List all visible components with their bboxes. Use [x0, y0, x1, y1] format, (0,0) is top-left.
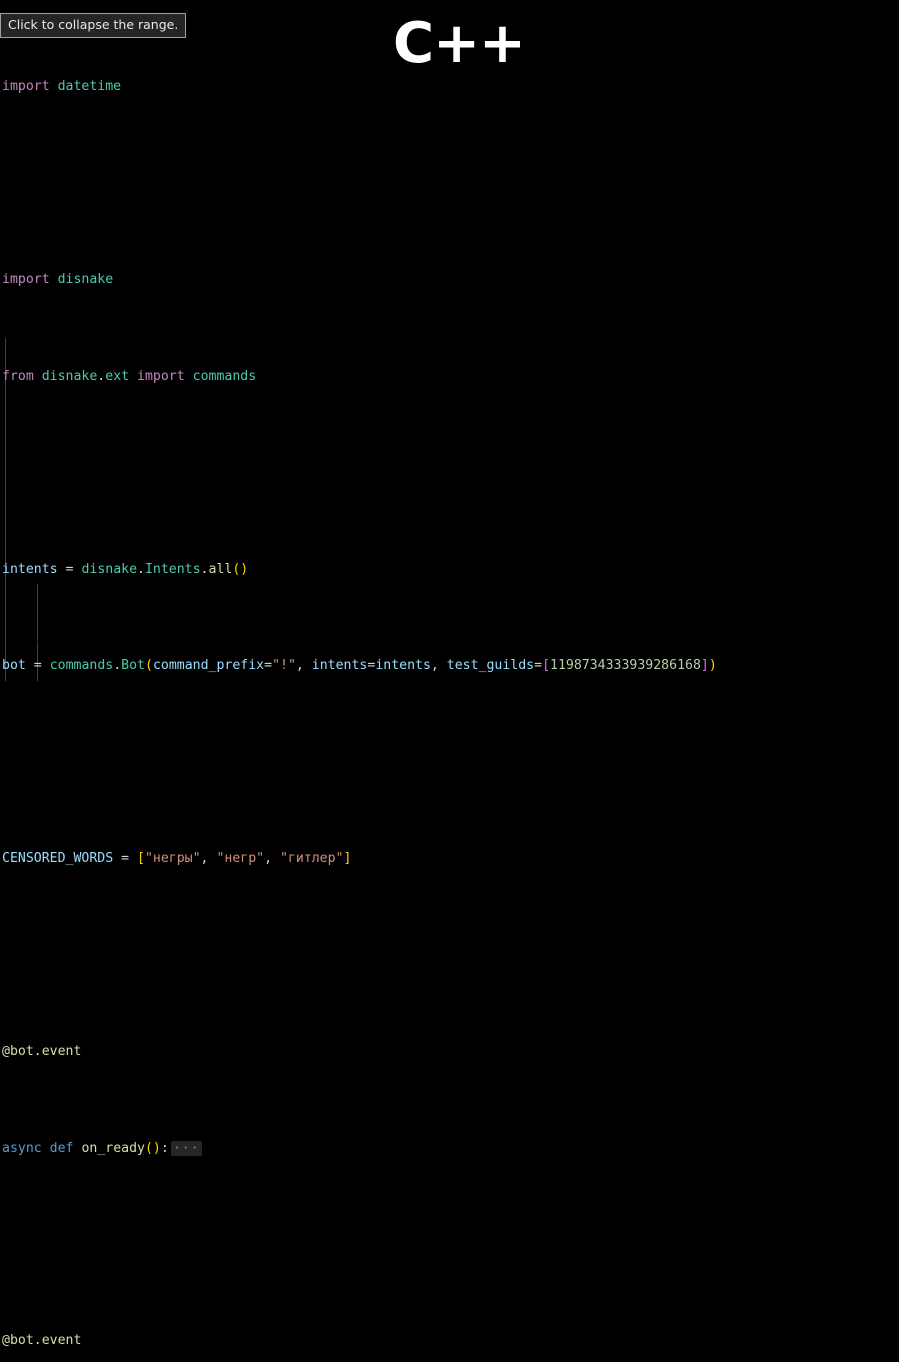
token-module: datetime — [57, 79, 122, 95]
token-keyword: import — [2, 272, 50, 288]
code-line[interactable]: CENSORED_WORDS = ["негры", "негр", "гитл… — [0, 849, 899, 868]
code-line-blank[interactable] — [0, 174, 899, 193]
token-submodule: ext — [105, 368, 130, 384]
token-kwarg: command_prefix — [152, 658, 265, 674]
token-function: all — [208, 561, 233, 577]
code-line-decorator[interactable]: @bot.event — [0, 1042, 899, 1061]
token-keyword-def: def — [49, 1140, 74, 1156]
token-keyword-import: import — [137, 368, 185, 384]
token-class: Bot — [121, 658, 145, 674]
token-keyword-from: from — [2, 368, 34, 384]
token-string: "негр" — [216, 851, 265, 867]
code-editor[interactable]: import datetime import disnake from disn… — [0, 0, 899, 1348]
token-kwarg: test_guilds — [446, 658, 535, 674]
token-module: disnake — [81, 561, 138, 577]
token-decorator: @bot.event — [2, 1333, 82, 1349]
code-line-blank[interactable] — [0, 463, 899, 482]
code-line-blank[interactable] — [0, 753, 899, 772]
token-variable: intents — [2, 561, 58, 577]
code-line[interactable]: import datetime — [0, 77, 899, 96]
token-string: "негры" — [144, 851, 201, 867]
code-lines[interactable]: import datetime import disnake from disn… — [0, 0, 899, 1362]
token-string: "!" — [272, 658, 296, 674]
token-string: "гитлер" — [279, 851, 344, 867]
token-function: on_ready — [81, 1140, 145, 1156]
token-number: 1198734333939286168 — [550, 658, 701, 674]
token-module: commands — [49, 658, 114, 674]
token-keyword-async: async — [2, 1140, 42, 1156]
collapse-range-tooltip: Click to collapse the range. — [0, 13, 187, 38]
code-line[interactable]: async def on_ready(): ··· — [0, 1139, 899, 1158]
token-kwarg: intents — [311, 658, 368, 674]
token-variable: bot — [2, 658, 26, 674]
code-fold-marker[interactable]: ··· — [170, 1140, 202, 1156]
cpp-watermark: C++ — [393, 11, 526, 76]
token-value: intents — [375, 658, 431, 674]
code-line[interactable]: intents = disnake.Intents.all() — [0, 560, 899, 579]
token-decorator: @bot.event — [2, 1044, 82, 1060]
token-class: Intents — [144, 561, 201, 577]
token-module: disnake — [57, 272, 114, 288]
code-line-blank[interactable] — [0, 946, 899, 965]
token-keyword: import — [2, 79, 50, 95]
code-line-decorator[interactable]: @bot.event — [0, 1331, 899, 1350]
code-line[interactable]: from disnake.ext import commands — [0, 367, 899, 386]
token-name: commands — [192, 368, 257, 384]
token-parens: () — [232, 561, 249, 577]
code-line[interactable]: bot = commands.Bot(command_prefix="!", i… — [0, 656, 899, 675]
code-line[interactable]: import disnake — [0, 270, 899, 289]
code-line-blank[interactable] — [0, 1235, 899, 1254]
token-constant: CENSORED_WORDS — [2, 851, 114, 867]
token-module: disnake — [41, 368, 98, 384]
